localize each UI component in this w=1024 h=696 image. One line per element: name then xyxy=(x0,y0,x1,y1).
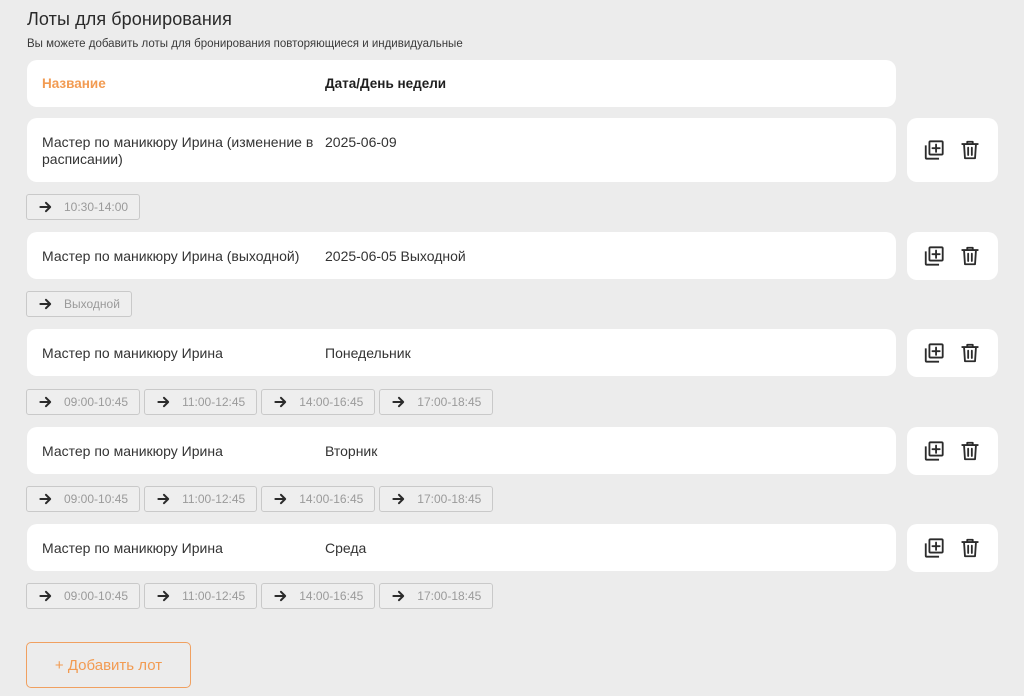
arrow-right-icon xyxy=(39,493,52,505)
lot-date: Понедельник xyxy=(325,345,411,361)
lot-actions xyxy=(907,118,998,182)
copy-plus-icon xyxy=(924,538,944,558)
arrow-right-icon xyxy=(392,493,405,505)
add-lot-button[interactable]: + Добавить лот xyxy=(26,642,191,688)
time-slot[interactable]: 10:30-14:00 xyxy=(26,194,141,220)
trash-icon xyxy=(961,343,979,363)
copy-plus-icon xyxy=(924,140,944,160)
column-header-date: Дата/День недели xyxy=(325,76,447,91)
lot-date: 2025-06-09 xyxy=(325,134,397,150)
copy-lot-button[interactable] xyxy=(922,341,946,365)
slot-label: 11:00-12:45 xyxy=(182,492,246,506)
delete-lot-button[interactable] xyxy=(958,244,982,268)
page-subtitle: Вы можете добавить лоты для бронирования… xyxy=(27,38,463,50)
arrow-right-icon xyxy=(157,396,170,408)
arrow-right-icon xyxy=(392,396,405,408)
time-slot[interactable]: 09:00-10:45 xyxy=(26,583,141,609)
slot-label: 17:00-18:45 xyxy=(417,589,482,603)
arrow-right-icon xyxy=(39,590,52,602)
copy-lot-button[interactable] xyxy=(922,439,946,463)
column-header-name[interactable]: Название xyxy=(42,76,106,91)
slot-label: 09:00-10:45 xyxy=(64,395,129,409)
time-slot[interactable]: 17:00-18:45 xyxy=(379,389,494,415)
time-slot[interactable]: 11:00-12:45 xyxy=(144,486,258,512)
slot-label: Выходной xyxy=(64,297,120,311)
time-slot[interactable]: 11:00-12:45 xyxy=(144,389,258,415)
slot-label: 14:00-16:45 xyxy=(299,395,364,409)
copy-plus-icon xyxy=(924,246,944,266)
lot-name: Мастер по маникюру Ирина (выходной) xyxy=(42,248,300,264)
time-slot[interactable]: 14:00-16:45 xyxy=(261,486,376,512)
trash-icon xyxy=(961,538,979,558)
table-header: Название Дата/День недели xyxy=(27,60,896,107)
delete-lot-button[interactable] xyxy=(958,536,982,560)
lot-slots: 10:30-14:00 xyxy=(26,194,141,220)
slot-label: 17:00-18:45 xyxy=(417,492,482,506)
delete-lot-button[interactable] xyxy=(958,138,982,162)
copy-lot-button[interactable] xyxy=(922,138,946,162)
copy-plus-icon xyxy=(924,343,944,363)
arrow-right-icon xyxy=(39,298,52,310)
arrow-right-icon xyxy=(274,396,287,408)
arrow-right-icon xyxy=(157,590,170,602)
arrow-right-icon xyxy=(39,396,52,408)
time-slot[interactable]: 11:00-12:45 xyxy=(144,583,258,609)
lot-date: Среда xyxy=(325,540,367,556)
trash-icon xyxy=(961,140,979,160)
time-slot[interactable]: 14:00-16:45 xyxy=(261,583,376,609)
time-slot[interactable]: 17:00-18:45 xyxy=(379,486,494,512)
lot-date: Вторник xyxy=(325,443,378,459)
copy-lot-button[interactable] xyxy=(922,536,946,560)
delete-lot-button[interactable] xyxy=(958,439,982,463)
lot-row: Мастер по маникюру Ирина Среда xyxy=(27,524,896,571)
lot-actions xyxy=(907,329,998,377)
lot-actions xyxy=(907,427,998,475)
time-slot[interactable]: 09:00-10:45 xyxy=(26,486,141,512)
arrow-right-icon xyxy=(274,493,287,505)
arrow-right-icon xyxy=(392,590,405,602)
slot-label: 10:30-14:00 xyxy=(64,200,129,214)
lot-slots: Выходной xyxy=(26,291,132,317)
slot-label: 11:00-12:45 xyxy=(182,395,246,409)
time-slot[interactable]: 17:00-18:45 xyxy=(379,583,494,609)
lot-actions xyxy=(907,524,998,572)
slot-label: 09:00-10:45 xyxy=(64,589,129,603)
lot-actions xyxy=(907,232,998,280)
lot-name: Мастер по маникюру Ирина (изменение в ра… xyxy=(42,134,314,167)
slot-label: 09:00-10:45 xyxy=(64,492,129,506)
lot-name: Мастер по маникюру Ирина xyxy=(42,540,223,556)
arrow-right-icon xyxy=(274,590,287,602)
arrow-right-icon xyxy=(39,201,52,213)
slot-label: 14:00-16:45 xyxy=(299,492,364,506)
time-slot[interactable]: 14:00-16:45 xyxy=(261,389,376,415)
lot-slots: 09:00-10:45 11:00-12:45 14:00-16:45 17:0… xyxy=(26,389,494,415)
lot-name: Мастер по маникюру Ирина xyxy=(42,443,223,459)
trash-icon xyxy=(961,246,979,266)
trash-icon xyxy=(961,441,979,461)
copy-plus-icon xyxy=(924,441,944,461)
lot-row: Мастер по маникюру Ирина (выходной) 2025… xyxy=(27,232,896,279)
arrow-right-icon xyxy=(157,493,170,505)
slot-label: 11:00-12:45 xyxy=(182,589,246,603)
page-title: Лоты для бронирования xyxy=(27,9,232,29)
lot-row: Мастер по маникюру Ирина Понедельник xyxy=(27,329,896,376)
time-slot[interactable]: Выходной xyxy=(26,291,132,317)
slot-label: 14:00-16:45 xyxy=(299,589,364,603)
copy-lot-button[interactable] xyxy=(922,244,946,268)
delete-lot-button[interactable] xyxy=(958,341,982,365)
lot-name: Мастер по маникюру Ирина xyxy=(42,345,223,361)
time-slot[interactable]: 09:00-10:45 xyxy=(26,389,141,415)
lot-row: Мастер по маникюру Ирина (изменение в ра… xyxy=(27,118,896,182)
lot-row: Мастер по маникюру Ирина Вторник xyxy=(27,427,896,474)
lot-slots: 09:00-10:45 11:00-12:45 14:00-16:45 17:0… xyxy=(26,486,494,512)
lot-slots: 09:00-10:45 11:00-12:45 14:00-16:45 17:0… xyxy=(26,583,494,609)
lot-date: 2025-06-05 Выходной xyxy=(325,248,466,264)
lots-page: Лоты для бронирования Вы можете добавить… xyxy=(0,0,1024,696)
slot-label: 17:00-18:45 xyxy=(417,395,482,409)
